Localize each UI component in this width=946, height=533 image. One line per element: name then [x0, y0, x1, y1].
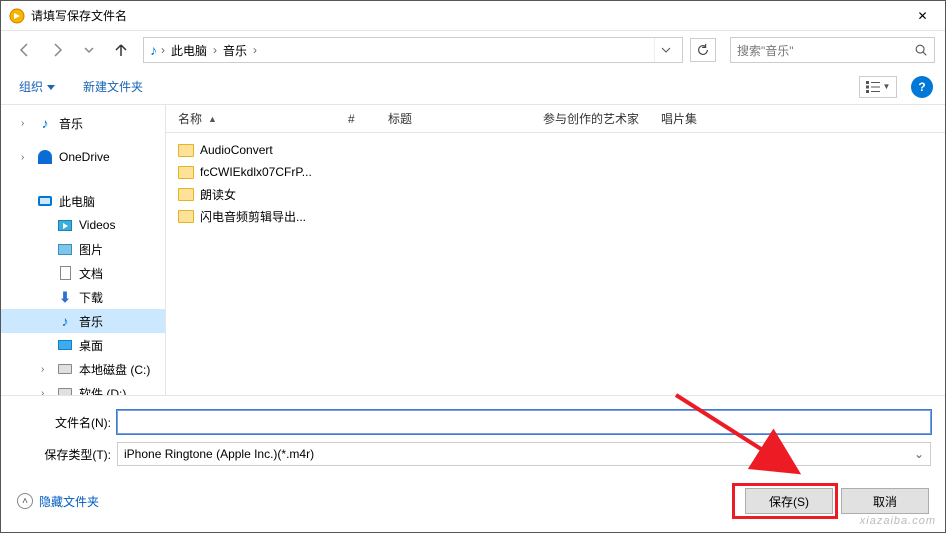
folder-icon	[178, 188, 194, 201]
toolbar: 组织 新建文件夹 ▼ ?	[1, 69, 945, 105]
sidebar-tree[interactable]: ›♪音乐›OneDrive此电脑Videos图片文档⬇下载♪音乐桌面›本地磁盘 …	[1, 105, 166, 395]
bottom-panel: 文件名(N): 保存类型(T): iPhone Ringtone (Apple …	[1, 395, 945, 474]
search-input[interactable]: 搜索"音乐"	[730, 37, 935, 63]
content-pane: 名称▲ # 标题 参与创作的艺术家 唱片集 AudioConvert fcCWIE…	[166, 105, 945, 395]
sidebar-item-label: 音乐	[79, 313, 103, 330]
organize-menu[interactable]: 组织	[13, 78, 61, 95]
folder-icon	[178, 166, 194, 179]
column-number[interactable]: #	[348, 105, 388, 132]
sidebar-item[interactable]: 图片	[1, 237, 165, 261]
app-icon	[9, 8, 25, 24]
column-album[interactable]: 唱片集	[661, 105, 761, 132]
cancel-button[interactable]: 取消	[841, 488, 929, 514]
chevron-right-icon: ›	[253, 43, 257, 57]
sidebar-item[interactable]: › 软件 (D:)	[1, 381, 165, 395]
address-dropdown[interactable]	[654, 38, 676, 62]
sidebar-item-label: 音乐	[59, 115, 83, 132]
sidebar-item[interactable]: ⬇下载	[1, 285, 165, 309]
close-button[interactable]: ✕	[900, 1, 945, 31]
search-placeholder: 搜索"音乐"	[737, 42, 914, 59]
sidebar-item-label: 此电脑	[59, 193, 95, 210]
filename-input[interactable]	[117, 410, 931, 434]
sidebar-item-label: 下载	[79, 289, 103, 306]
chevron-up-icon: ˄	[17, 493, 33, 509]
file-name: 闪电音频剪辑导出...	[200, 208, 306, 225]
column-artist[interactable]: 参与创作的艺术家	[543, 105, 661, 132]
filetype-value: iPhone Ringtone (Apple Inc.)(*.m4r)	[124, 447, 314, 461]
sidebar-item-label: 图片	[79, 241, 103, 258]
sidebar-item-label: OneDrive	[59, 150, 110, 164]
filetype-label: 保存类型(T):	[15, 446, 117, 463]
hide-folders-toggle[interactable]: ˄ 隐藏文件夹	[17, 493, 99, 510]
forward-button[interactable]	[43, 37, 71, 63]
filename-label: 文件名(N):	[15, 414, 117, 431]
window-title: 请填写保存文件名	[31, 7, 900, 24]
sidebar-item-label: Videos	[79, 218, 115, 232]
sidebar-item-label: 桌面	[79, 337, 103, 354]
file-name: 朗读女	[200, 186, 236, 203]
list-item[interactable]: 朗读女	[178, 183, 945, 205]
annotation-arrow	[671, 390, 831, 482]
column-name[interactable]: 名称▲	[178, 105, 348, 132]
sidebar-item[interactable]: 此电脑	[1, 189, 165, 213]
back-button[interactable]	[11, 37, 39, 63]
list-item[interactable]: 闪电音频剪辑导出...	[178, 205, 945, 227]
help-button[interactable]: ?	[911, 76, 933, 98]
sidebar-item[interactable]: 桌面	[1, 333, 165, 357]
new-folder-button[interactable]: 新建文件夹	[77, 78, 149, 95]
filetype-select[interactable]: iPhone Ringtone (Apple Inc.)(*.m4r) ⌄	[117, 442, 931, 466]
address-bar[interactable]: ♪ › 此电脑 › 音乐 ›	[143, 37, 683, 63]
column-headers: 名称▲ # 标题 参与创作的艺术家 唱片集	[166, 105, 945, 133]
music-icon: ♪	[150, 42, 157, 58]
sidebar-item[interactable]: ♪音乐	[1, 309, 165, 333]
title-bar: 请填写保存文件名 ✕	[1, 1, 945, 31]
chevron-right-icon: ›	[213, 43, 217, 57]
expand-icon: ›	[41, 364, 51, 375]
close-icon: ✕	[917, 9, 927, 23]
column-title[interactable]: 标题	[388, 105, 543, 132]
sidebar-item[interactable]: › OneDrive	[1, 145, 165, 169]
sidebar-item-label: 软件 (D:)	[79, 385, 126, 396]
expand-icon: ›	[21, 118, 31, 129]
breadcrumb-pc[interactable]: 此电脑	[169, 42, 209, 59]
save-button[interactable]: 保存(S)	[745, 488, 833, 514]
expand-icon: ›	[41, 388, 51, 396]
sidebar-item[interactable]: 文档	[1, 261, 165, 285]
sidebar-item[interactable]: ›♪音乐	[1, 111, 165, 135]
sidebar-item-label: 文档	[79, 265, 103, 282]
expand-icon: ›	[21, 152, 31, 163]
main-area: ›♪音乐›OneDrive此电脑Videos图片文档⬇下载♪音乐桌面›本地磁盘 …	[1, 105, 945, 395]
help-icon: ?	[918, 80, 925, 94]
recent-dropdown[interactable]	[75, 37, 103, 63]
sidebar-item[interactable]: › 本地磁盘 (C:)	[1, 357, 165, 381]
watermark: xiazaiba.com	[860, 515, 936, 527]
sidebar-item[interactable]: Videos	[1, 213, 165, 237]
list-icon	[866, 81, 880, 93]
sort-asc-icon: ▲	[208, 114, 217, 124]
hide-folders-label: 隐藏文件夹	[39, 493, 99, 510]
file-name: AudioConvert	[200, 143, 273, 157]
file-name: fcCWIEkdlx07CFrP...	[200, 165, 312, 179]
list-item[interactable]: AudioConvert	[178, 139, 945, 161]
chevron-down-icon: ▼	[883, 82, 891, 91]
folder-icon	[178, 210, 194, 223]
nav-bar: ♪ › 此电脑 › 音乐 › 搜索"音乐"	[1, 31, 945, 69]
breadcrumb-music[interactable]: 音乐	[221, 42, 249, 59]
chevron-right-icon: ›	[161, 43, 165, 57]
list-item[interactable]: fcCWIEkdlx07CFrP...	[178, 161, 945, 183]
footer: ˄ 隐藏文件夹 保存(S) 取消 xiazaiba.com	[1, 474, 945, 532]
sidebar-item-label: 本地磁盘 (C:)	[79, 361, 150, 378]
folder-icon	[178, 144, 194, 157]
chevron-down-icon: ⌄	[914, 447, 924, 461]
search-icon	[914, 43, 928, 57]
up-button[interactable]	[107, 37, 135, 63]
refresh-button[interactable]	[690, 38, 716, 62]
view-mode-button[interactable]: ▼	[859, 76, 897, 98]
file-list[interactable]: AudioConvert fcCWIEkdlx07CFrP... 朗读女闪电音频剪辑…	[166, 133, 945, 395]
